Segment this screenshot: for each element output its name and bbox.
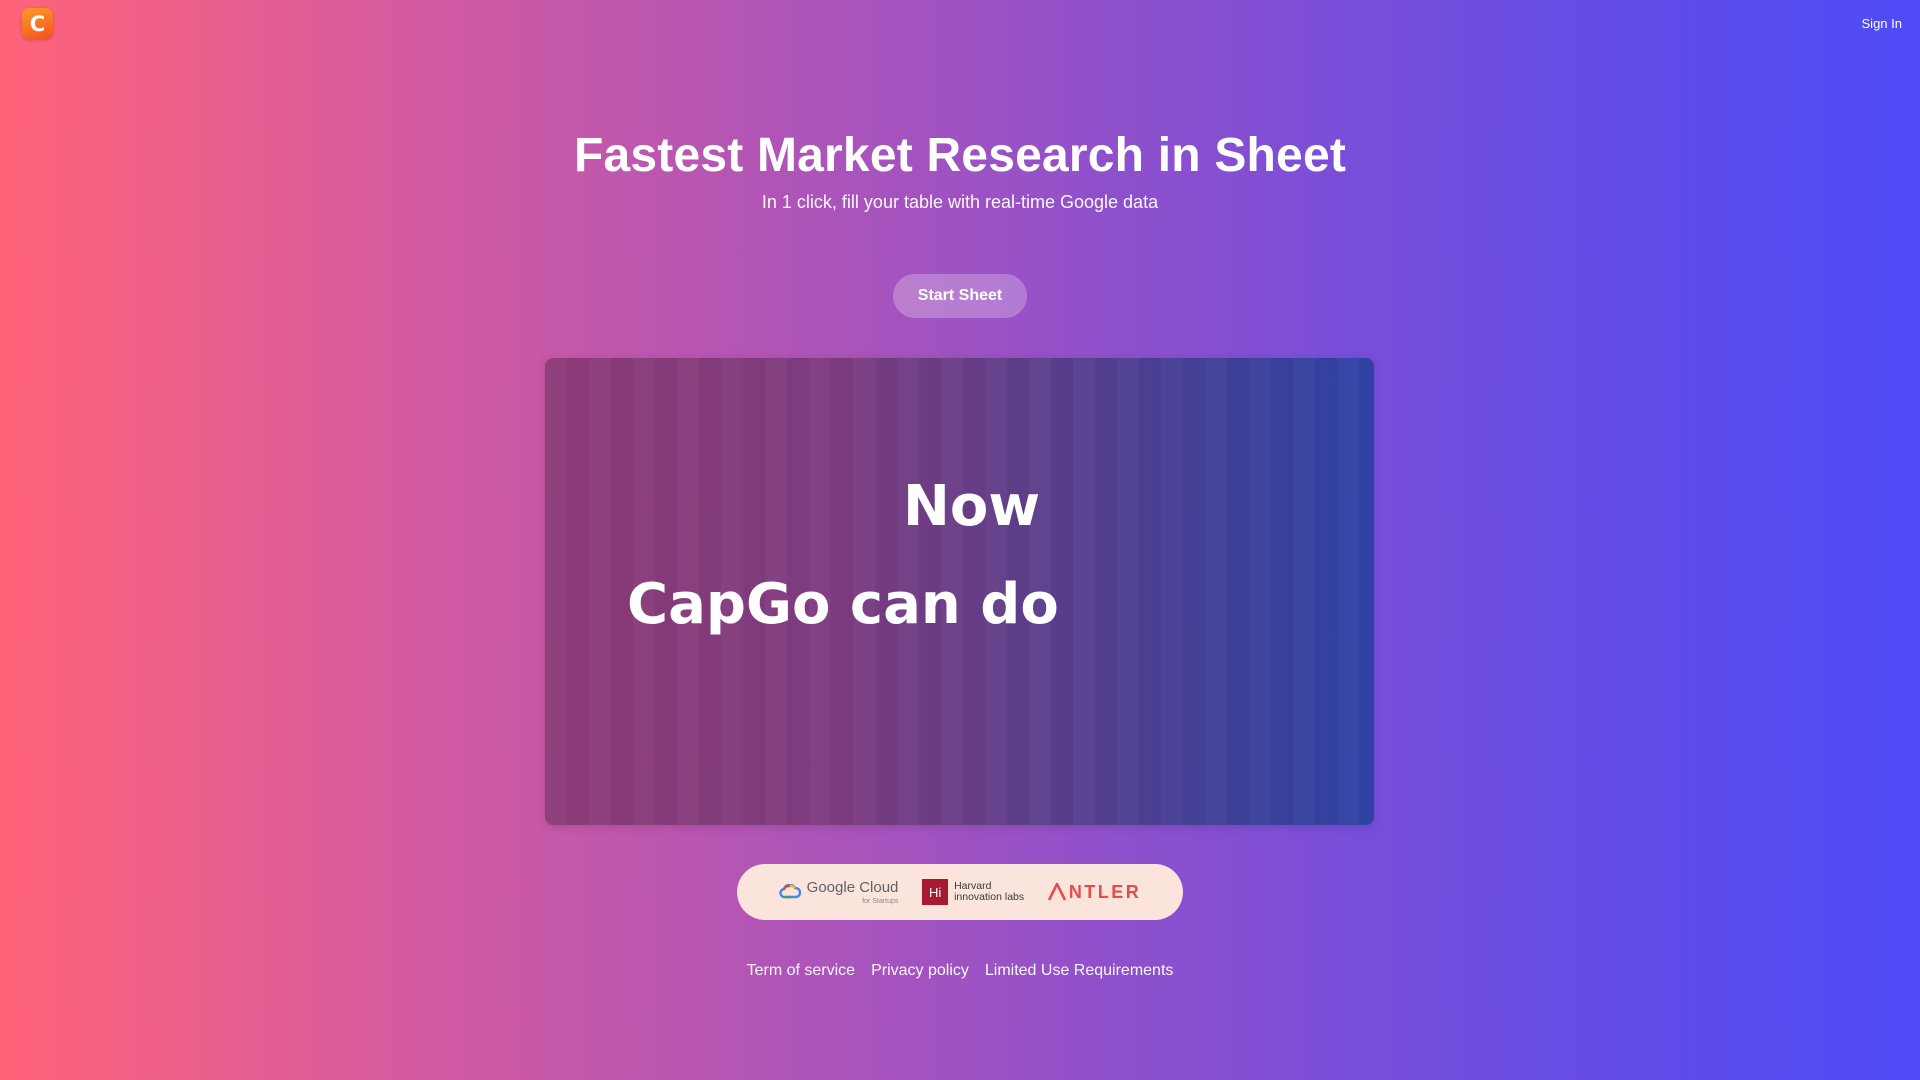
page-subtitle: In 1 click, fill your table with real-ti… xyxy=(761,192,1159,212)
logo-letter: C xyxy=(29,11,46,36)
harvard-innovation-labs-logo: Hi Harvard innovation labs xyxy=(922,879,1024,905)
video-caption-line-2: CapGo can do xyxy=(627,572,1059,637)
google-cloud-icon xyxy=(778,884,801,899)
antler-logo-icon xyxy=(1047,883,1066,901)
partner-logos: Google Cloud for Startups Hi Harvard inn… xyxy=(737,864,1183,920)
limited-use-requirements-link[interactable]: Limited Use Requirements xyxy=(985,962,1174,980)
demo-video[interactable]: Now CapGo can do xyxy=(545,358,1374,825)
footer-links: Term of service Privacy policy Limited U… xyxy=(0,962,1920,980)
capgo-logo-icon[interactable]: C xyxy=(22,8,53,39)
video-caption-line-1: Now xyxy=(903,474,1041,539)
harvard-badge-icon: Hi xyxy=(922,879,949,905)
antler-name: NTLER xyxy=(1068,881,1142,902)
harvard-line-2: innovation labs xyxy=(954,891,1025,903)
antler-logo: NTLER xyxy=(1047,881,1142,903)
sign-in-link[interactable]: Sign In xyxy=(1862,16,1902,31)
privacy-policy-link[interactable]: Privacy policy xyxy=(871,962,969,980)
terms-of-service-link[interactable]: Term of service xyxy=(747,962,855,980)
google-cloud-logo: Google Cloud for Startups xyxy=(778,879,899,905)
page-title: Fastest Market Research in Sheet xyxy=(573,129,1347,182)
google-cloud-sub: for Startups xyxy=(862,898,899,905)
google-cloud-name: Google Cloud xyxy=(806,879,899,896)
start-sheet-button[interactable]: Start Sheet xyxy=(893,274,1027,318)
